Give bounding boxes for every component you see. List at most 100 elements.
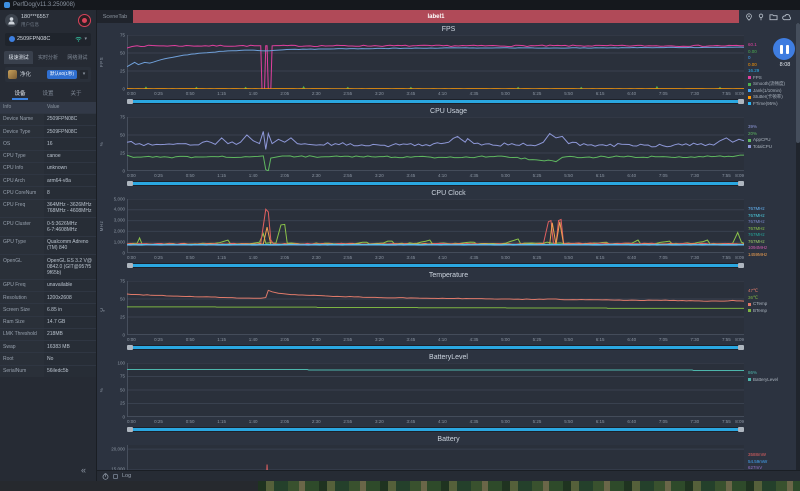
fps-plot[interactable] (127, 35, 744, 89)
chart-scrollbar[interactable] (127, 98, 744, 105)
chart-battery: Battery 10,00015,00020,000 3588mW54.59mW… (97, 435, 800, 470)
table-row: CPU Info unknown (0, 161, 96, 174)
col-info: Info (3, 104, 12, 110)
chart-battery-level: BatteryLevel % 0 25 50 75 100 86% BatteryLeve… (97, 353, 800, 433)
app-dropdown-button[interactable]: ▾ (80, 69, 88, 79)
chart-scrollbar[interactable] (127, 262, 744, 269)
y-axis-label: % (99, 387, 104, 393)
scene-label-bar[interactable]: label1 (133, 10, 739, 23)
log-label: Log (122, 473, 132, 479)
chart-scrollbar[interactable] (127, 344, 744, 351)
chart-title: FPS (441, 26, 456, 33)
chart-title: BatteryLevel (429, 354, 468, 361)
chart-title: CPU Usage (430, 108, 467, 115)
log-checkbox[interactable] (113, 473, 118, 479)
marker-icon[interactable] (745, 12, 753, 21)
y-axis: % 0 25 50 75 100 (99, 359, 125, 419)
table-row: SerialNum 56iledc5b (0, 364, 96, 377)
device-selector[interactable]: 2509FPN08C ▾ (5, 32, 91, 46)
table-row: CPU Cluster 0-5:3626MHz 6-7:4608MHz (0, 217, 96, 236)
legend-entry[interactable]: BTemp (748, 308, 799, 315)
y-axis: MHz 0 1,000 2,000 3,000 4,000 5,000 (99, 195, 125, 255)
temperature-plot[interactable] (127, 281, 744, 335)
x-axis-ticks: 0:00 0:25 0:50 1:15 1:40 2:05 2:30 2:55 3:20 3:45… (127, 419, 744, 424)
table-row: Resolution 1200x2608 (0, 291, 96, 304)
app-selector[interactable]: 净化 默认60(1秒) ▾ (5, 66, 91, 82)
cpu-usage-plot[interactable] (127, 117, 744, 171)
device-icon (9, 36, 15, 42)
folder-icon[interactable] (769, 13, 778, 21)
table-row: OS 16 (0, 137, 96, 150)
battery-level-plot[interactable] (127, 363, 744, 417)
cpu-usage-legend: 39% 20% AppCPU TotalCPU (744, 117, 800, 171)
y-axis: ℃ 0 25 50 75 (99, 277, 125, 337)
pause-button-wrap: 8:08 (773, 38, 797, 70)
app-name: 净化 (20, 72, 32, 78)
y-axis-label: FPS (99, 56, 104, 68)
chart-scrollbar[interactable] (127, 180, 744, 187)
table-row: CPU Freq 364MHz - 3626MHz 768MHz - 4608MH… (0, 198, 96, 217)
table-row: Device Type 2509FPN08C (0, 125, 96, 138)
col-value: Value (47, 104, 60, 110)
battery-plot[interactable] (127, 445, 744, 470)
table-row: GPU Type Qualcomm Adreno (TM) 840 (0, 235, 96, 254)
table-row: Screen Size 6.85 in (0, 303, 96, 316)
status-bar: Log (97, 470, 800, 481)
subtab-device[interactable]: 设备 (6, 87, 34, 100)
timer-icon[interactable] (102, 472, 109, 480)
device-table-body: Device Name 2509FPN08C Device Type 2509FPN0… (0, 112, 96, 377)
cpu-clock-plot[interactable] (127, 199, 744, 253)
chart-cpu-usage: CPU Usage % 0 25 50 75 39% 20% AppCPU TotalCPU… (97, 107, 800, 187)
tab-network-test[interactable]: 网络测试 (63, 51, 92, 64)
sidebar: 180***6557 用户信息 2509FPN08C ▾ 极速测试 实时分析 网… (0, 10, 97, 481)
pause-button[interactable] (773, 38, 795, 60)
info-subtabs: 设备 设置 关于 (6, 87, 90, 100)
app-mode-badge[interactable]: 默认60(1秒) (46, 69, 77, 79)
battery-level-legend: 86% BatteryLevel (744, 363, 800, 417)
chart-scrollbar[interactable] (127, 426, 744, 433)
app-icon (8, 69, 17, 79)
chevron-down-icon: ▾ (84, 35, 87, 42)
legend-entry[interactable]: FTime(95%) (748, 101, 799, 108)
chart-title: Temperature (428, 272, 469, 279)
pin-icon[interactable] (757, 13, 765, 21)
legend-value: 627mV (748, 465, 763, 470)
table-row: Device Name 2509FPN08C (0, 112, 96, 125)
chart-fps: FPS FPS 0 25 50 75 8:08 60.1 0.00 0 0.00 16.29 F… (97, 25, 800, 108)
scene-tab[interactable]: SceneTab (97, 10, 133, 23)
cloud-icon[interactable] (782, 13, 792, 21)
battery-legend: 3588mW54.59mW627mV142mAPowerVoltage (744, 445, 800, 470)
table-row: CPU Arch arm64-v8a (0, 174, 96, 187)
y-axis-label: ℃ (99, 305, 104, 311)
header-icons (739, 10, 800, 23)
user-info-label[interactable]: 用户信息 (21, 22, 75, 28)
record-button[interactable] (78, 14, 91, 28)
table-row: CPU Type canoe (0, 149, 96, 162)
main-vertical-scrollbar[interactable] (796, 23, 800, 470)
legend-value: 1459MHz (748, 251, 768, 257)
x-axis-ticks: 0:00 0:25 0:50 1:15 1:40 2:05 2:30 2:55 3:20 3:45… (127, 91, 744, 96)
chevron-down-icon: ▾ (82, 70, 86, 77)
desktop-wallpaper-strip (0, 481, 800, 491)
user-card: 180***6557 用户信息 (0, 10, 96, 31)
legend-entry[interactable]: BatteryLevel (748, 377, 799, 384)
table-row: CPU CoreNum 8 (0, 186, 96, 199)
avatar (5, 14, 18, 28)
chart-title: CPU Clock (431, 190, 466, 197)
device-info-table: Info Value Device Name 2509FPN08C Device T… (0, 101, 96, 377)
x-axis-ticks: 0:00 0:25 0:50 1:15 1:40 2:05 2:30 2:55 3:20 3:45… (127, 173, 744, 178)
subtab-settings[interactable]: 设置 (34, 87, 62, 100)
legend-entry[interactable]: TotalCPU (748, 144, 799, 151)
tab-speed-test[interactable]: 极速测试 (4, 50, 34, 64)
record-time: 8:08 (779, 62, 791, 68)
y-axis-label: % (99, 141, 104, 147)
tab-realtime-analysis[interactable]: 实时分析 (33, 51, 62, 64)
main-header: SceneTab label1 (97, 10, 800, 23)
table-row: LMK Threshold 218MB (0, 327, 96, 340)
y-axis: FPS 0 25 50 75 (99, 31, 125, 91)
subtab-about[interactable]: 关于 (62, 87, 90, 100)
sidebar-collapse-button[interactable]: « (81, 466, 86, 475)
app-logo-icon (4, 2, 10, 8)
chart-cpu-clock: CPU Clock MHz 0 1,000 2,000 3,000 4,000 5,000… (97, 189, 800, 269)
chart-temperature: Temperature ℃ 0 25 50 75 47℃ 36℃ CTemp BTemp 0… (97, 271, 800, 351)
